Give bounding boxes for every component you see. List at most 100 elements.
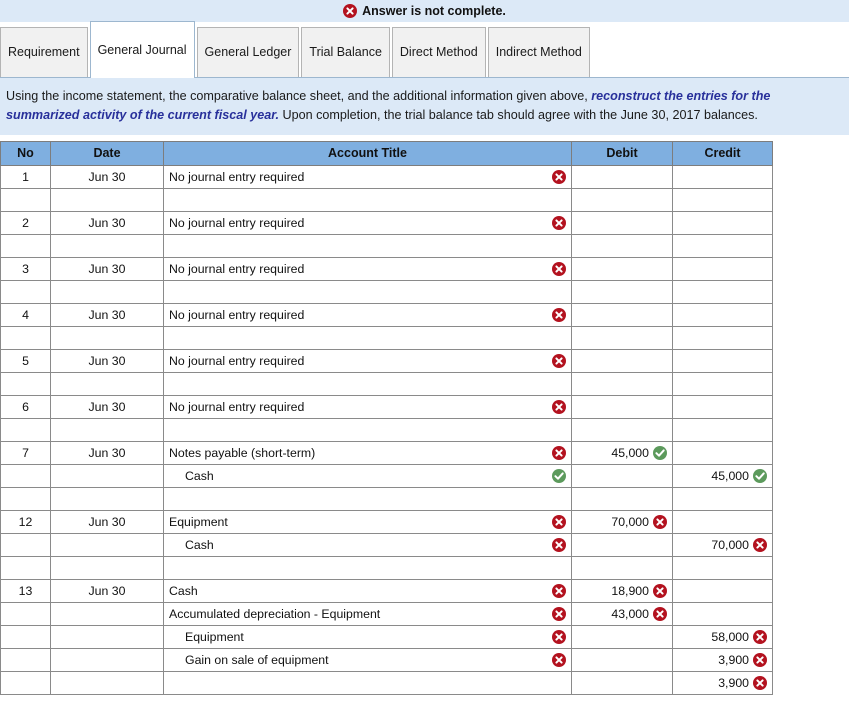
- cell-credit[interactable]: [672, 601, 773, 626]
- cell-credit[interactable]: [672, 555, 773, 580]
- cell-date: [50, 187, 164, 212]
- instructions-part-one: Using the income statement, the comparat…: [6, 89, 592, 103]
- cell-debit[interactable]: [571, 486, 673, 511]
- cell-credit[interactable]: [672, 302, 773, 327]
- tab-general-ledger[interactable]: General Ledger: [196, 27, 300, 77]
- cell-no: [0, 463, 51, 488]
- cell-account-title[interactable]: Equipment: [163, 509, 572, 534]
- credit-amount-text: 45,000: [711, 468, 749, 483]
- cell-debit[interactable]: [571, 302, 673, 327]
- table-spacer-row: [0, 371, 773, 396]
- cell-account-title[interactable]: Notes payable (short-term): [163, 440, 572, 465]
- cell-no: [0, 279, 51, 304]
- cell-credit[interactable]: [672, 417, 773, 442]
- cell-credit[interactable]: [672, 348, 773, 373]
- cell-account-title[interactable]: Cash: [163, 463, 572, 488]
- cell-debit[interactable]: [571, 256, 673, 281]
- cell-no: [0, 624, 51, 649]
- cell-debit[interactable]: [571, 233, 673, 258]
- cell-credit[interactable]: [672, 279, 773, 304]
- cell-account-title[interactable]: Cash: [163, 532, 572, 557]
- cell-credit[interactable]: 58,000: [672, 624, 773, 649]
- cell-account-title[interactable]: [163, 371, 572, 396]
- cell-account-title[interactable]: Gain on sale of equipment: [163, 647, 572, 672]
- account-title-text: Cash: [169, 583, 198, 598]
- cell-account-title[interactable]: Accumulated depreciation - Equipment: [163, 601, 572, 626]
- cell-credit[interactable]: [672, 371, 773, 396]
- cell-debit[interactable]: [571, 210, 673, 235]
- tab-strip: Requirement General Journal General Ledg…: [0, 21, 849, 78]
- cell-debit[interactable]: [571, 463, 673, 488]
- cell-credit[interactable]: [672, 325, 773, 350]
- cell-debit[interactable]: [571, 164, 673, 189]
- cell-credit[interactable]: 3,900: [672, 670, 773, 695]
- cell-debit[interactable]: [571, 647, 673, 672]
- cell-account-title[interactable]: [163, 325, 572, 350]
- cell-credit[interactable]: [672, 233, 773, 258]
- cell-debit[interactable]: 43,000: [571, 601, 673, 626]
- debit-amount-text: 45,000: [611, 445, 649, 460]
- cell-no: 2: [0, 210, 51, 235]
- cell-account-title[interactable]: [163, 233, 572, 258]
- table-spacer-row: [0, 233, 773, 258]
- cell-account-title[interactable]: No journal entry required: [163, 348, 572, 373]
- account-title-text: No journal entry required: [169, 399, 305, 414]
- cell-credit[interactable]: [672, 394, 773, 419]
- cell-account-title[interactable]: [163, 555, 572, 580]
- table-row: Cash 45,000: [0, 463, 773, 488]
- cell-account-title[interactable]: No journal entry required: [163, 210, 572, 235]
- tab-requirement[interactable]: Requirement: [0, 27, 88, 77]
- cell-account-title[interactable]: [163, 670, 572, 695]
- cell-credit[interactable]: 70,000: [672, 532, 773, 557]
- cell-debit[interactable]: [571, 670, 673, 695]
- cell-no: 6: [0, 394, 51, 419]
- cell-debit[interactable]: [571, 348, 673, 373]
- cell-credit[interactable]: [672, 164, 773, 189]
- cell-account-title[interactable]: [163, 279, 572, 304]
- cell-credit[interactable]: [672, 578, 773, 603]
- cell-debit[interactable]: [571, 417, 673, 442]
- cell-credit[interactable]: 3,900: [672, 647, 773, 672]
- cell-debit[interactable]: [571, 325, 673, 350]
- cell-credit[interactable]: 45,000: [672, 463, 773, 488]
- cell-credit[interactable]: [672, 440, 773, 465]
- tab-direct-method[interactable]: Direct Method: [391, 27, 486, 77]
- cell-credit[interactable]: [672, 509, 773, 534]
- cell-account-title[interactable]: No journal entry required: [163, 256, 572, 281]
- cell-account-title[interactable]: [163, 187, 572, 212]
- cell-credit[interactable]: [672, 256, 773, 281]
- cell-account-title[interactable]: Equipment: [163, 624, 572, 649]
- cell-debit[interactable]: [571, 187, 673, 212]
- cell-debit[interactable]: [571, 532, 673, 557]
- error-circle-icon: [343, 4, 358, 18]
- cell-date: Jun 30: [50, 164, 164, 189]
- cell-date: [50, 601, 164, 626]
- cell-debit[interactable]: [571, 371, 673, 396]
- cell-account-title[interactable]: [163, 486, 572, 511]
- cell-error-icon: [552, 514, 566, 529]
- cell-account-title[interactable]: Cash: [163, 578, 572, 603]
- tab-indirect-method[interactable]: Indirect Method: [487, 27, 590, 77]
- cell-account-title[interactable]: No journal entry required: [163, 164, 572, 189]
- cell-credit[interactable]: [672, 486, 773, 511]
- cell-no: [0, 601, 51, 626]
- cell-credit[interactable]: [672, 210, 773, 235]
- cell-error-icon: [552, 537, 566, 552]
- cell-debit[interactable]: [571, 555, 673, 580]
- tab-trial-balance[interactable]: Trial Balance: [301, 27, 390, 77]
- cell-account-title[interactable]: No journal entry required: [163, 394, 572, 419]
- tab-general-journal[interactable]: General Journal: [89, 21, 195, 78]
- cell-date: [50, 624, 164, 649]
- table-row: 3 Jun 30 No journal entry required: [0, 256, 773, 281]
- cell-debit[interactable]: 18,900: [571, 578, 673, 603]
- cell-account-title[interactable]: No journal entry required: [163, 302, 572, 327]
- cell-account-title[interactable]: [163, 417, 572, 442]
- cell-debit[interactable]: [571, 279, 673, 304]
- cell-debit[interactable]: [571, 394, 673, 419]
- cell-debit[interactable]: [571, 624, 673, 649]
- cell-debit[interactable]: 45,000: [571, 440, 673, 465]
- cell-credit[interactable]: [672, 187, 773, 212]
- account-title-text: No journal entry required: [169, 215, 305, 230]
- cell-no: 5: [0, 348, 51, 373]
- cell-debit[interactable]: 70,000: [571, 509, 673, 534]
